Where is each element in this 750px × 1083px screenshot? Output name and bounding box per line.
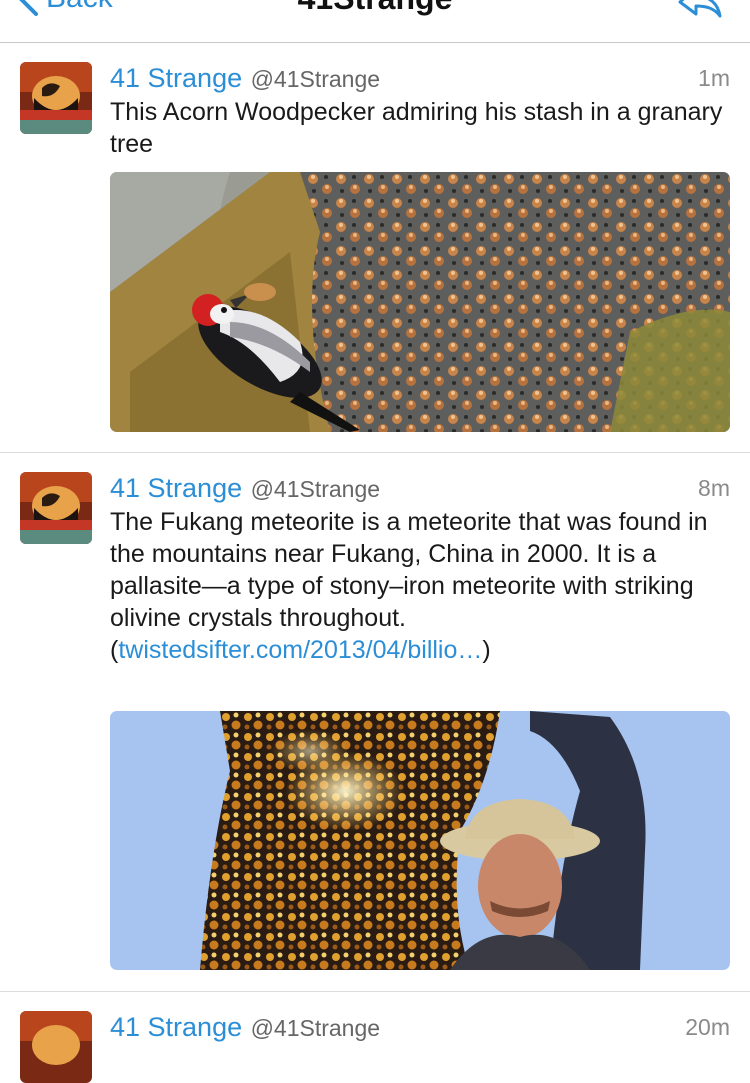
nav-bar: Back 41Strange	[0, 0, 750, 43]
avatar-image	[20, 472, 92, 544]
woodpecker-photo	[110, 172, 730, 432]
tweet[interactable]: 41 Strange @41Strange 20m	[0, 992, 750, 1083]
tweet-image[interactable]	[110, 172, 730, 432]
author-handle: @41Strange	[250, 476, 381, 502]
timeline: 41 Strange @41Strange 1m This Acorn Wood…	[0, 43, 750, 1083]
author-name[interactable]: 41 Strange	[110, 63, 242, 93]
avatar[interactable]	[20, 472, 92, 544]
tweet-image[interactable]	[110, 711, 730, 970]
author-handle: @41Strange	[250, 1015, 381, 1041]
avatar[interactable]	[20, 62, 92, 134]
tweet-text: The Fukang meteorite is a meteorite that…	[110, 506, 730, 666]
timestamp: 1m	[698, 65, 730, 91]
author-name[interactable]: 41 Strange	[110, 473, 242, 503]
timestamp: 20m	[685, 1014, 730, 1040]
meteorite-photo	[110, 711, 730, 970]
tweet[interactable]: 41 Strange @41Strange 1m This Acorn Wood…	[0, 43, 750, 453]
tweet-link[interactable]: twistedsifter.com/2013/04/billio…	[118, 636, 482, 664]
page-title: 41Strange	[0, 0, 750, 18]
author-name[interactable]: 41 Strange	[110, 1012, 242, 1042]
tweet[interactable]: 41 Strange @41Strange 8m The Fukang mete…	[0, 453, 750, 992]
tweet-text: This Acorn Woodpecker admiring his stash…	[110, 98, 723, 158]
author-handle: @41Strange	[250, 66, 381, 92]
link-paren-close: )	[482, 636, 491, 664]
avatar-image	[20, 62, 92, 134]
reply-arrow-icon[interactable]	[676, 0, 722, 18]
tweet-text-body: The Fukang meteorite is a meteorite that…	[110, 508, 708, 632]
timestamp: 8m	[698, 475, 730, 501]
